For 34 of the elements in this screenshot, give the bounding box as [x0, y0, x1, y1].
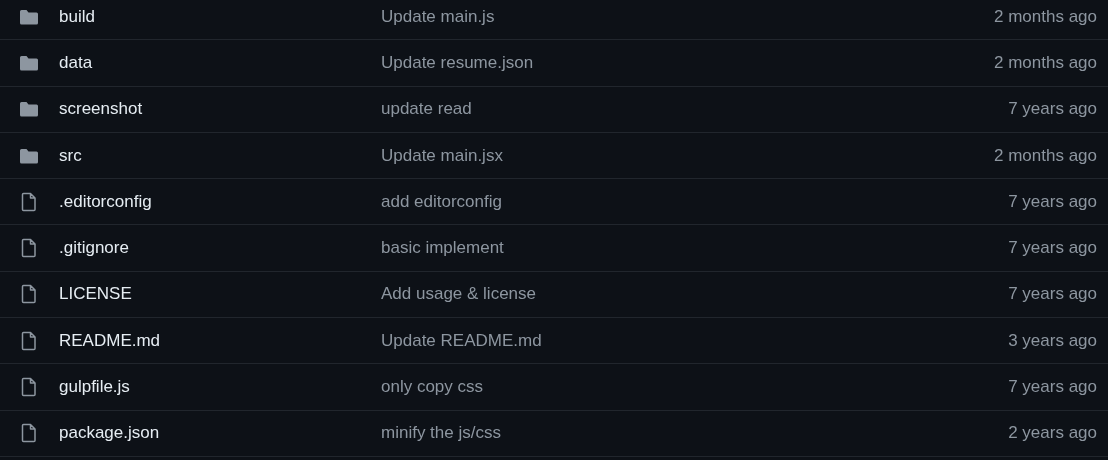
commit-message-link[interactable]: Update main.js — [381, 6, 994, 27]
file-name-link[interactable]: README.md — [59, 330, 381, 351]
folder-icon — [18, 54, 40, 71]
commit-age: 2 months ago — [994, 6, 1097, 27]
commit-age: 7 years ago — [1008, 377, 1097, 397]
folder-icon — [18, 147, 40, 164]
commit-age: 7 years ago — [1008, 191, 1097, 212]
folder-icon — [18, 101, 40, 118]
commit-age: 2 months ago — [994, 52, 1097, 73]
commit-age: 3 years ago — [1008, 330, 1097, 351]
file-name-link[interactable]: src — [59, 145, 381, 166]
commit-message-link[interactable]: update read — [381, 99, 1009, 120]
file-name-link[interactable]: LICENSE — [59, 284, 381, 305]
commit-message-link[interactable]: minify the js/css — [381, 423, 1009, 444]
file-name-link[interactable]: data — [59, 52, 381, 73]
commit-age: 7 years ago — [1008, 99, 1097, 120]
commit-age: 7 years ago — [1008, 284, 1097, 305]
file-name-link[interactable]: build — [59, 6, 381, 27]
file-name-link[interactable]: .gitignore — [59, 238, 381, 259]
commit-message-link[interactable]: only copy css — [381, 377, 1009, 397]
commit-message-link[interactable]: Update README.md — [381, 330, 1009, 351]
commit-message-link[interactable]: Update resume.json — [381, 52, 994, 73]
file-name-link[interactable]: screenshot — [59, 99, 381, 120]
commit-message-link[interactable]: Add usage & license — [381, 284, 1009, 305]
commit-message-link[interactable]: add editorconfig — [381, 191, 1009, 212]
folder-icon — [18, 8, 40, 25]
commit-age: 2 months ago — [994, 145, 1097, 166]
commit-message-link[interactable]: basic implement — [381, 238, 1009, 259]
file-name-link[interactable]: gulpfile.js — [59, 377, 381, 397]
file-name-link[interactable]: .editorconfig — [59, 191, 381, 212]
commit-age: 2 years ago — [1008, 423, 1097, 444]
file-name-link[interactable]: package.json — [59, 423, 381, 444]
commit-message-link[interactable]: Update main.jsx — [381, 145, 994, 166]
commit-age: 7 years ago — [1008, 238, 1097, 259]
